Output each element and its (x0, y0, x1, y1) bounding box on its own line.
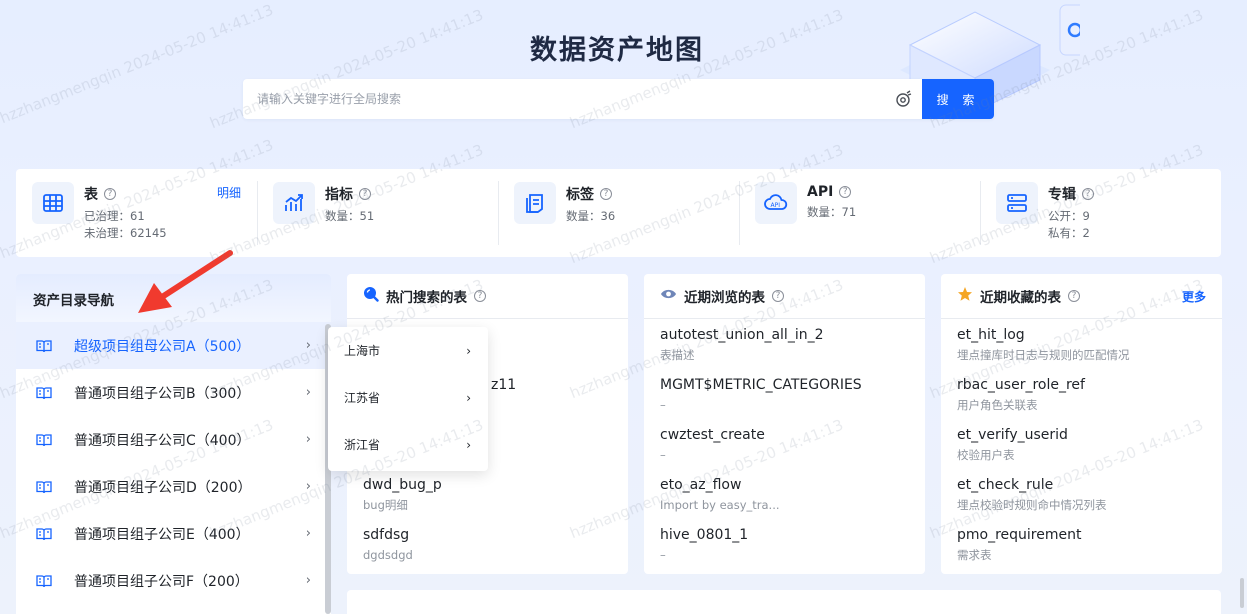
table-row[interactable]: et_check_rule 埋点校验时规则命中情况列表 (957, 475, 1206, 525)
chevron-right-icon: › (305, 385, 311, 400)
stat-count: 数量：51 (325, 209, 375, 223)
submenu-item-shanghai[interactable]: 上海市 › (328, 327, 488, 374)
catalog-book-icon (36, 384, 54, 402)
asset-catalog-nav: 资产目录导航 超级项目组母公司A（500） › 普通项目组子公司B（300） ›… (16, 274, 331, 614)
table-row[interactable]: hive_0801_1– (660, 525, 909, 575)
stat-governed: 已治理：61 (84, 209, 145, 223)
chevron-right-icon: › (466, 437, 471, 452)
stat-title: 指标 (325, 187, 353, 203)
table-row[interactable]: sdfdsg dgdsdgd (363, 525, 612, 575)
stat-albums[interactable]: 专辑? 公开：9 私有：2 (980, 169, 1221, 257)
nav-item-label: 普通项目组子公司F（200） (74, 573, 249, 590)
details-link[interactable]: 明细 (217, 184, 241, 201)
tag-doc-icon (514, 182, 556, 224)
table-row[interactable]: eto_az_flow Import by easy_tra... (660, 475, 909, 525)
search-button[interactable]: 搜 索 (922, 79, 994, 119)
card-title: 近期浏览的表 (684, 290, 765, 306)
table-row[interactable]: rbac_user_role_ref 用户角色关联表 (957, 375, 1206, 425)
region-submenu: 上海市 › 江苏省 › 浙江省 › (328, 327, 488, 471)
stat-public: 公开：9 (1048, 209, 1090, 223)
chevron-right-icon: › (466, 343, 471, 358)
nav-item-label: 超级项目组母公司A（500） (74, 338, 251, 355)
table-row[interactable]: MGMT$METRIC_CATEGORIES – (660, 375, 909, 425)
stat-title: 专辑 (1048, 187, 1076, 203)
nav-item-company-f[interactable]: 普通项目组子公司F（200） › (16, 557, 331, 604)
nav-item-label: 普通项目组子公司D（200） (74, 479, 252, 496)
star-icon (957, 286, 973, 306)
page-title: 数据资产地图 (530, 35, 704, 66)
favorite-tables-card: 近期收藏的表 ? 更多 et_hit_log 埋点撞库时日志与规则的匹配情况 rb… (941, 274, 1222, 574)
table-row[interactable]: autotest_union_all_in_2 表描述 (660, 325, 909, 375)
help-icon[interactable]: ? (474, 290, 486, 302)
chevron-right-icon: › (305, 432, 311, 447)
chevron-right-icon: › (305, 573, 311, 588)
stat-tables[interactable]: 表? 已治理：61 未治理：62145 明细 (16, 169, 257, 257)
stat-title: 表 (84, 187, 98, 203)
nav-item-label: 普通项目组子公司E（400） (74, 526, 250, 543)
table-row[interactable]: dwd_bug_p bug明细 (363, 475, 612, 525)
chevron-right-icon: › (466, 390, 471, 405)
nav-item-company-c[interactable]: 普通项目组子公司C（400） › (16, 416, 331, 463)
stat-count: 数量：71 (807, 205, 857, 219)
search-input[interactable] (243, 79, 886, 119)
table-row[interactable]: pmo_requirement 需求表 (957, 525, 1206, 575)
table-row[interactable]: et_verify_userid 校验用户表 (957, 425, 1206, 475)
stat-api[interactable]: API API? 数量：71 (739, 169, 980, 257)
smart-search-icon[interactable] (886, 79, 922, 119)
catalog-book-icon (36, 572, 54, 590)
catalog-book-icon (36, 337, 54, 355)
nav-item-company-b[interactable]: 普通项目组子公司B（300） › (16, 369, 331, 416)
metric-chart-icon (273, 182, 315, 224)
table-row[interactable]: cwztest_create – (660, 425, 909, 475)
catalog-book-icon (36, 478, 54, 496)
more-link[interactable]: 更多 (1182, 288, 1206, 305)
page-scrollbar[interactable] (1240, 578, 1244, 608)
stat-metrics[interactable]: 指标? 数量：51 (257, 169, 498, 257)
stat-title: API (807, 184, 834, 200)
catalog-book-icon (36, 525, 54, 543)
album-icon (996, 182, 1038, 224)
stat-count: 数量：36 (566, 209, 616, 223)
help-icon[interactable]: ? (772, 290, 784, 302)
stat-title: 标签 (566, 187, 594, 203)
eye-icon (660, 288, 677, 304)
table-row[interactable]: et_hit_log 埋点撞库时日志与规则的匹配情况 (957, 325, 1206, 375)
stat-tags[interactable]: 标签? 数量：36 (498, 169, 739, 257)
nav-item-label: 普通项目组子公司C（400） (74, 432, 251, 449)
nav-title: 资产目录导航 (16, 274, 331, 322)
submenu-item-zhejiang[interactable]: 浙江省 › (328, 421, 488, 468)
catalog-book-icon (36, 431, 54, 449)
api-cloud-icon: API (755, 182, 797, 224)
help-icon[interactable]: ? (359, 188, 371, 200)
nav-item-company-d[interactable]: 普通项目组子公司D（200） › (16, 463, 331, 510)
global-search-bar: 搜 索 (243, 79, 994, 119)
help-icon[interactable]: ? (1068, 290, 1080, 302)
help-icon[interactable]: ? (839, 186, 852, 198)
asset-stats-bar: 表? 已治理：61 未治理：62145 明细 指标? 数量：51 标签? 数量：… (16, 169, 1221, 257)
stat-private: 私有：2 (1048, 225, 1090, 240)
card-title: 热门搜索的表 (386, 290, 467, 306)
nav-item-company-e[interactable]: 普通项目组子公司E（400） › (16, 510, 331, 557)
svg-text:API: API (771, 202, 781, 209)
chevron-right-icon: › (305, 526, 311, 541)
submenu-item-jiangsu[interactable]: 江苏省 › (328, 374, 488, 421)
lower-section-card (347, 590, 1221, 614)
stat-ungoverned: 未治理：62145 (84, 225, 167, 240)
table-icon (32, 182, 74, 224)
help-icon[interactable]: ? (104, 188, 116, 200)
recent-tables-card: 近期浏览的表 ? autotest_union_all_in_2 表描述 MGMT… (644, 274, 925, 574)
card-title: 近期收藏的表 (980, 290, 1061, 306)
search-icon (363, 286, 379, 306)
nav-item-company-a[interactable]: 超级项目组母公司A（500） › (16, 322, 331, 369)
chevron-right-icon: › (305, 479, 311, 494)
help-icon[interactable]: ? (600, 188, 612, 200)
chevron-right-icon: › (305, 338, 311, 353)
help-icon[interactable]: ? (1082, 188, 1094, 200)
nav-item-label: 普通项目组子公司B（300） (74, 385, 251, 402)
